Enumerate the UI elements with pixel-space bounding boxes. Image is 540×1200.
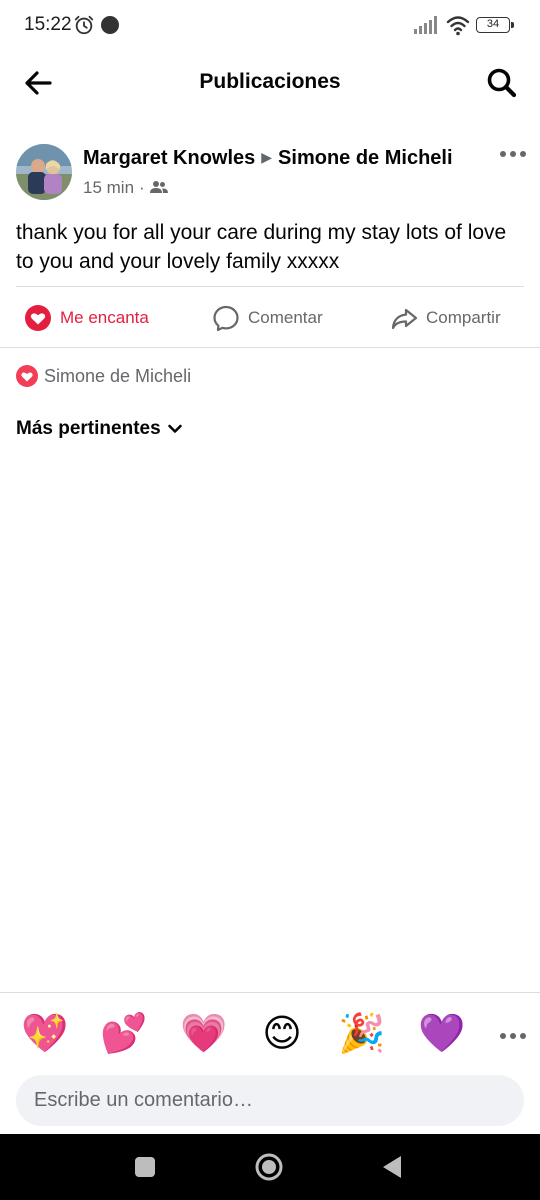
triangle-right-icon: ▶ (261, 149, 273, 165)
more-options-icon[interactable] (499, 142, 527, 166)
chevron-down-icon (167, 424, 182, 433)
wifi-icon (446, 16, 470, 36)
comment-bubble-icon (213, 305, 239, 332)
post-author-line: Margaret Knowles ▶ Simone de Micheli (83, 147, 453, 170)
divider (0, 992, 540, 993)
author-name[interactable]: Margaret Knowles (83, 147, 255, 169)
meta-separator: · (139, 178, 145, 197)
love-label: Me encanta (60, 308, 149, 327)
comment-label: Comentar (248, 308, 323, 327)
share-label: Compartir (426, 308, 501, 327)
nav-back-icon[interactable] (380, 1154, 404, 1180)
alarm-icon (74, 15, 94, 35)
divider (0, 347, 540, 348)
battery-icon: 34 (476, 17, 514, 33)
friends-icon (149, 181, 168, 193)
post-time[interactable]: 15 min (83, 178, 134, 197)
growing-heart-emoji[interactable]: 💗 (180, 1011, 227, 1057)
reactions-summary[interactable]: Simone de Micheli (16, 365, 191, 387)
sparkling-heart-emoji[interactable]: 💖 (21, 1011, 68, 1057)
share-arrow-icon (391, 308, 418, 330)
love-reaction-icon (16, 365, 38, 387)
post-meta: 15 min · (83, 178, 168, 198)
more-reactions-icon[interactable] (499, 1029, 527, 1043)
comment-input-container (16, 1075, 524, 1126)
divider (16, 286, 524, 287)
love-button[interactable]: Me encanta (24, 301, 149, 335)
reactor-names: Simone de Micheli (44, 365, 192, 386)
system-nav-bar (0, 1134, 540, 1200)
home-icon[interactable] (254, 1152, 284, 1182)
author-avatar[interactable] (16, 144, 72, 200)
two-hearts-emoji[interactable]: 💕 (100, 1011, 147, 1057)
party-popper-emoji[interactable]: 🎉 (338, 1011, 385, 1057)
top-app-bar: Publicaciones (0, 55, 540, 111)
smiling-face-emoji[interactable]: 😊 (259, 1011, 305, 1057)
comment-input[interactable] (16, 1075, 524, 1126)
comments-sort-dropdown[interactable]: Más pertinentes (16, 418, 183, 440)
sort-label: Más pertinentes (16, 418, 161, 439)
post-body-text: thank you for all your care during my st… (16, 221, 507, 273)
quick-reactions-bar: 💖 💕 💗 😊 🎉 💜 (0, 1005, 540, 1063)
share-button[interactable]: Compartir (390, 301, 501, 335)
page-title: Publicaciones (199, 70, 341, 93)
status-bar: 15:22 34 (0, 0, 540, 50)
comment-button[interactable]: Comentar (212, 301, 323, 335)
notification-dot-icon (101, 16, 119, 34)
signal-icon (414, 16, 437, 34)
recents-icon[interactable] (135, 1157, 155, 1177)
heart-filled-icon (25, 305, 51, 331)
search-icon[interactable] (484, 65, 520, 101)
target-name[interactable]: Simone de Micheli (278, 147, 452, 169)
status-time: 15:22 (24, 14, 72, 35)
purple-heart-emoji[interactable]: 💜 (418, 1011, 465, 1057)
